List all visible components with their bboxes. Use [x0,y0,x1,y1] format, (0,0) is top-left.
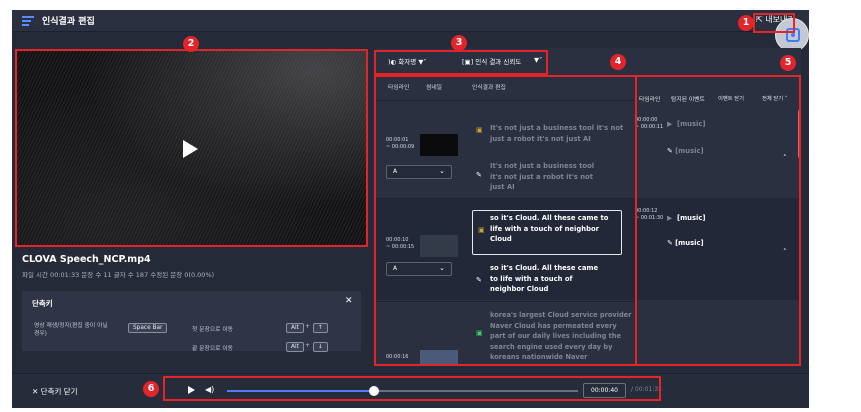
event-label: ▶ [music] [667,214,706,222]
chevron-up-icon[interactable]: ˄ [783,154,787,162]
pencil-icon: ✎ [476,171,482,179]
segment-time: 00:00:01 ~ 00:00:09 [386,137,415,150]
annotation-badge: 3 [451,35,467,51]
close-icon[interactable]: ✕ [345,296,353,306]
speaker-value: A [393,168,398,175]
recognized-text: so it's Cloud. All these came to life wi… [490,214,609,243]
pencil-icon: ✎ [667,239,673,247]
confidence-filter-dropdown[interactable]: ▼˅ [534,56,542,64]
tab-detected-events[interactable]: 탐지된 이벤트 [671,94,705,103]
segment-thumbnail [420,134,458,156]
confidence-filter[interactable]: [▣] 인식 결과 신뢰도 [462,56,521,66]
tab-timeline[interactable]: 타임라인 [388,82,409,91]
segment-thumbnail [420,350,458,366]
tab-events-timeline[interactable]: 타임라인 [639,94,660,103]
low-confidence-icon: ▣ [478,226,485,234]
video-player[interactable] [17,51,366,245]
event-row[interactable]: 00:00:12 ~ 00:01:30 ▶ [music] ✎ [music] … [635,198,801,300]
total-time: / 00:01:33 [631,386,662,393]
shortcut-label: 첫 문장으로 이동 [192,327,234,333]
pencil-icon: ✎ [476,276,482,284]
confidence-icon: [▣] [462,58,474,66]
shortcut-plus: + [305,343,310,349]
event-time: 00:00:00 ~ 00:00:11 [635,117,664,130]
shortcut-key: Alt [286,342,304,352]
event-label: ▶ [music] [667,120,706,128]
chevron-down-icon: ⌄ [439,264,445,272]
progress-slider[interactable] [227,386,578,396]
speaker-icon: )◐ [388,58,397,66]
tab-edit[interactable]: 인식결과 편집 [472,82,506,91]
filter-toolbar: )◐ 화자명 ▼˅ [▣] 인식 결과 신뢰도 ▼˅ [376,48,637,72]
menu-icon[interactable] [22,16,34,26]
shortcut-panel: 단축키 ✕ 영상 재생/정지(편집 중이 아닐 경우) Space Bar 첫 … [22,291,361,352]
confidence-filter-label: 인식 결과 신뢰도 [475,58,522,66]
speaker-value: A [393,265,398,272]
shortcut-label: 끝 문장으로 이동 [192,346,234,352]
annotation-badge: 4 [610,54,626,70]
play-icon[interactable] [183,140,198,158]
speaker-select[interactable]: A ⌄ [386,262,452,276]
recognized-text: korea's largest Cloud service provider N… [490,311,632,361]
shortcut-title: 단축키 [32,299,53,308]
tab-thumbnail[interactable]: 썸네일 [426,82,442,91]
close-shortcuts-label: 단축키 닫기 [40,387,78,396]
annotation-badge: 1 [738,15,754,31]
shortcut-plus: + [305,324,310,330]
speaker-filter-label: 화자명 [398,58,417,66]
chevron-up-icon[interactable]: ˄ [783,248,787,256]
shortcut-key: Alt [286,323,304,333]
segment-thumbnail [420,235,458,257]
speaker-filter[interactable]: )◐ 화자명 ▼˅ [388,56,427,66]
segment-row[interactable]: 00:00:10 ~ 00:00:15 A ⌄ ▣ so it's Cloud. … [376,198,637,300]
event-row[interactable]: 00:00:00 ~ 00:00:11 ▶ [music] ✎ [music] … [635,108,801,197]
play-icon[interactable]: ▶ [667,120,672,128]
shortcut-key: Space Bar [128,323,168,333]
segment-row[interactable]: 00:00:01 ~ 00:00:09 A ⌄ ▣ It's not just a… [376,100,637,197]
play-icon[interactable]: ▶ [667,214,672,222]
chevron-down-icon: ˅ [539,56,543,64]
progress-fill [227,390,375,392]
shortcut-label: 영상 재생/정지(편집 중이 아닐 경우) [34,323,108,337]
annotation-badge: 6 [143,381,159,397]
events-panel: 타임라인 탐지된 이벤트 이벤트 닫기 전체 닫기 ˄ 00:00:00 ~ 0… [635,48,801,366]
speaker-select[interactable]: A ⌄ [386,165,452,179]
file-name: CLOVA Speech_NCP.mp4 [22,254,151,265]
close-events-button[interactable]: 이벤트 닫기 [718,94,744,102]
chevron-down-icon: ⌄ [439,167,445,175]
annotation-badge: 5 [780,55,796,71]
segment-time: 00:00:10 ~ 00:00:15 [386,237,415,250]
title-bar: 인식결과 편집 ⇱ 내보내기 [12,10,809,32]
transcript-panel: )◐ 화자명 ▼˅ [▣] 인식 결과 신뢰도 ▼˅ 타임라인 썸네일 인식결과… [376,48,637,366]
shortcut-key: ↑ [313,323,328,333]
chevron-down-icon: ˅ [423,58,427,66]
edited-text[interactable]: so it's Cloud. All these came to life wi… [490,263,600,295]
play-icon[interactable] [188,386,195,394]
annotation-badge: 2 [183,36,199,52]
scan-fab-button[interactable] [775,18,809,52]
event-edited[interactable]: ✎ [music] [667,239,704,247]
view-tabs: 타임라인 썸네일 인식결과 편집 [376,80,637,94]
close-all-button[interactable]: 전체 닫기 ˄ [762,94,788,102]
progress-knob[interactable] [369,386,380,396]
file-meta: 파일 시간 00:01:33 문장 수 11 글자 수 187 수정된 문장 0… [22,271,215,279]
edited-text[interactable]: It's not just a business tool it's not j… [490,161,600,193]
current-time[interactable]: 00:00:40 [583,383,626,398]
close-shortcuts-button[interactable]: ✕ 단축키 닫기 [32,386,78,397]
confidence-icon: ▣ [476,329,483,337]
pencil-icon: ✎ [667,147,673,155]
page-title: 인식결과 편집 [42,17,95,27]
segment-time: 00:00:16 [386,354,409,360]
shortcut-key: ↓ [313,342,328,352]
event-edited[interactable]: ✎ [music] [667,147,704,155]
recognized-text: It's not just a business tool it's not j… [490,124,624,143]
low-confidence-icon: ▣ [476,126,483,134]
segment-row[interactable]: 00:00:16 ▣ korea's largest Cloud service… [376,301,637,366]
event-time: 00:00:12 ~ 00:01:30 [635,208,664,221]
player-bar: ✕ 단축키 닫기 ◀) 00:00:40 / 00:01:33 [12,373,809,408]
volume-icon[interactable]: ◀) [205,385,214,394]
scrollbar[interactable] [798,110,801,158]
